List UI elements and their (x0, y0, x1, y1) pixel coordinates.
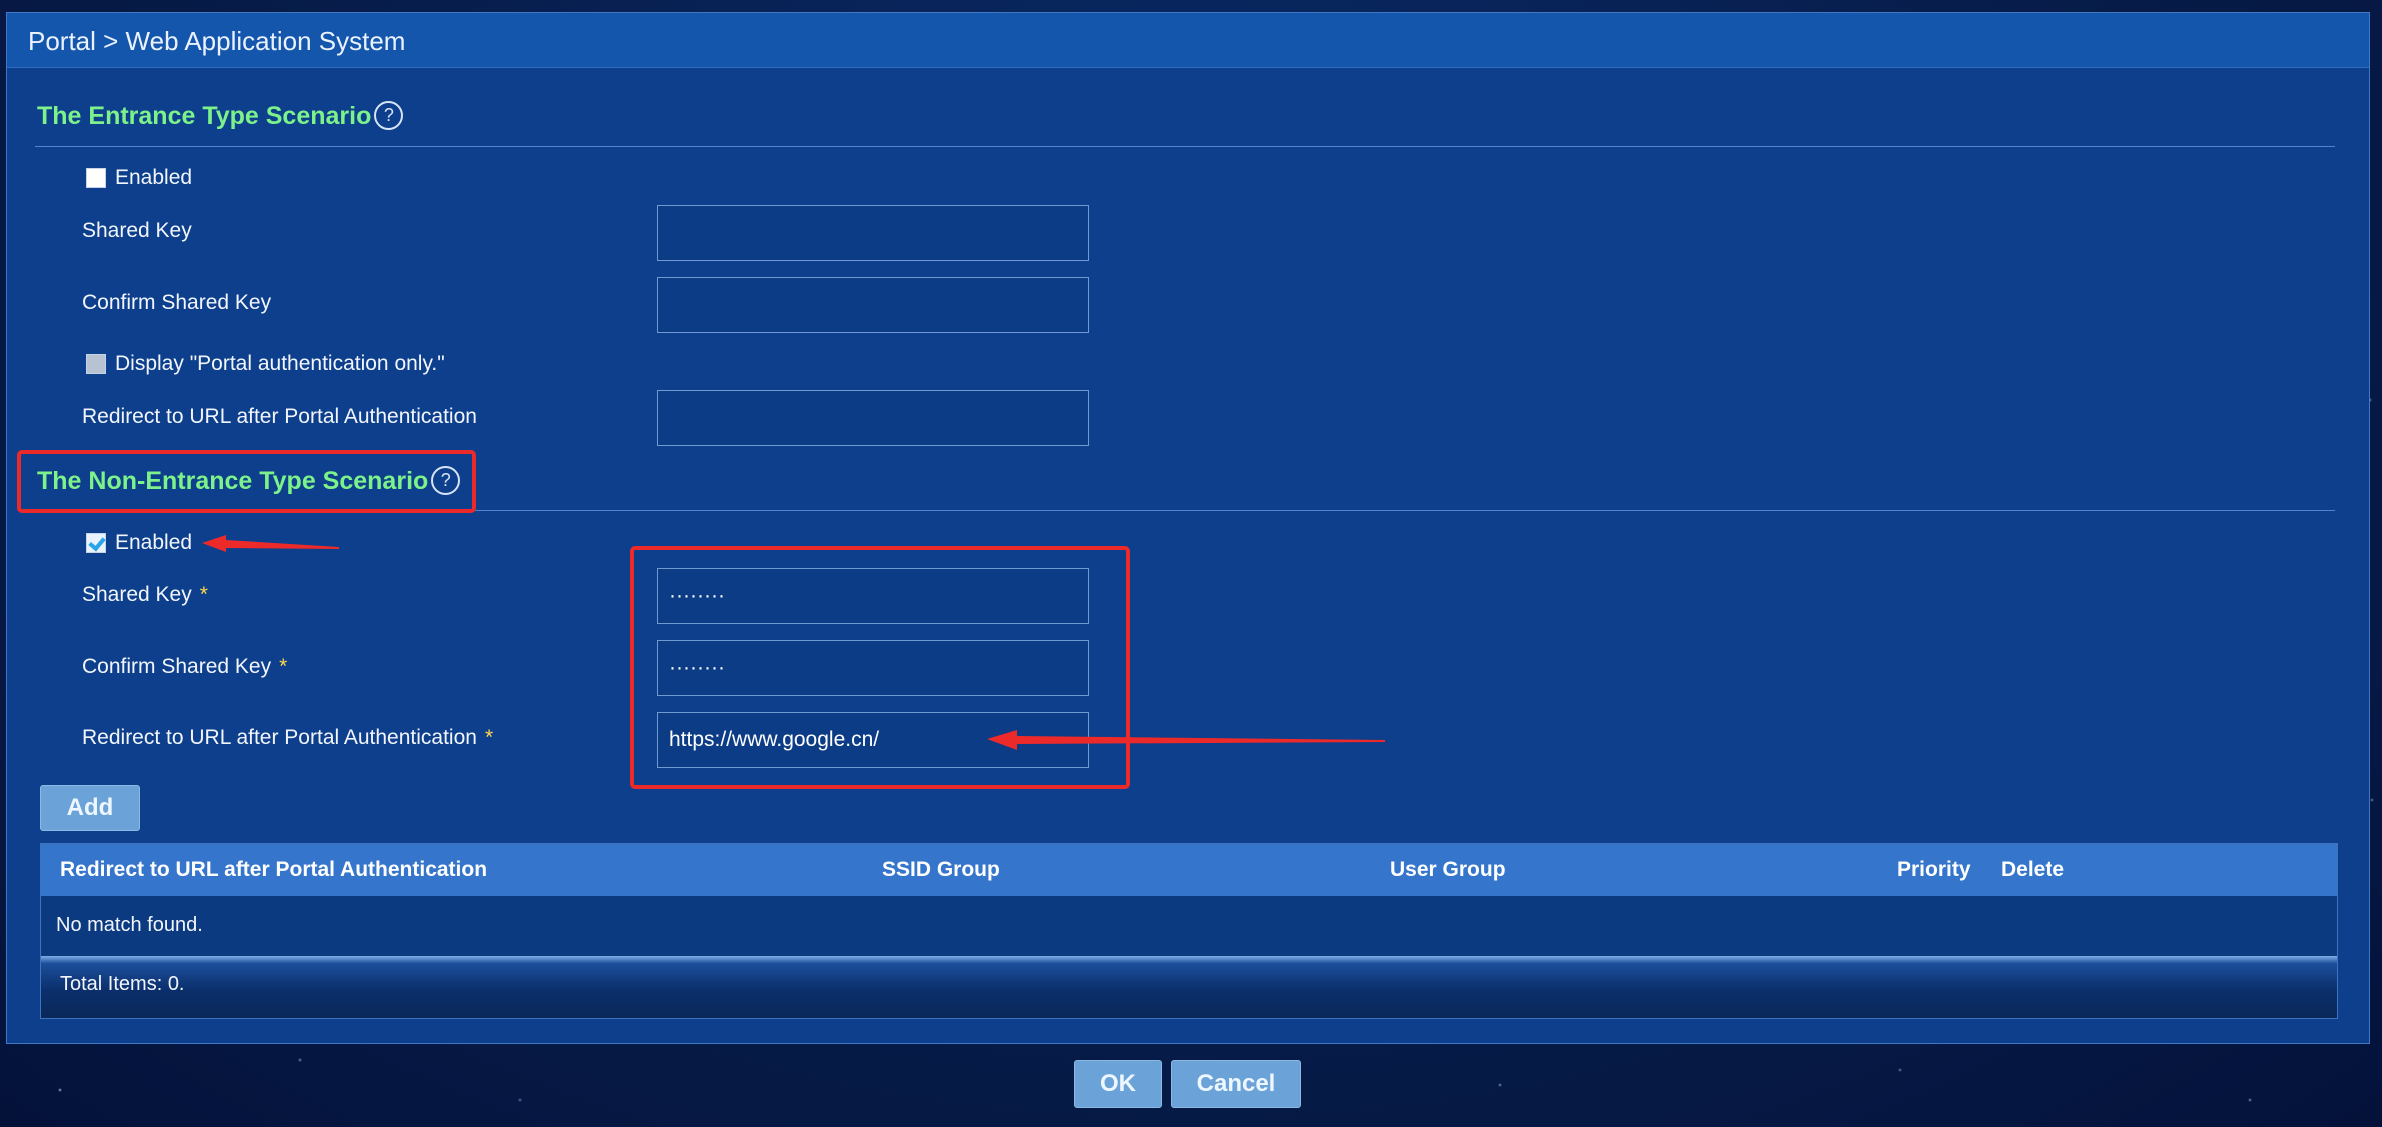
table-header: Redirect to URL after Portal Authenticat… (41, 844, 2337, 896)
required-mark: * (279, 655, 288, 678)
column-header-redirect-url[interactable]: Redirect to URL after Portal Authenticat… (60, 858, 487, 882)
settings-panel: Portal > Web Application System The Entr… (6, 12, 2370, 1044)
entrance-shared-key-input[interactable] (657, 205, 1089, 261)
display-portal-only-checkbox[interactable] (86, 354, 106, 374)
entrance-confirm-key-input[interactable] (657, 277, 1089, 333)
non-entrance-shared-key-input[interactable] (657, 568, 1089, 624)
section-divider (35, 146, 2335, 147)
non-entrance-redirect-label: Redirect to URL after Portal Authenticat… (82, 726, 493, 750)
non-entrance-section-title-text: The Non-Entrance Type Scenario (37, 467, 429, 495)
entrance-redirect-label: Redirect to URL after Portal Authenticat… (82, 405, 477, 428)
non-entrance-confirm-key-input[interactable] (657, 640, 1089, 696)
total-items-count: Total Items: 0. (60, 973, 185, 995)
column-header-ssid-group[interactable]: SSID Group (882, 858, 1000, 882)
entrance-section-title: The Entrance Type Scenario? (37, 100, 404, 132)
column-header-user-group[interactable]: User Group (1390, 858, 1506, 882)
entrance-section-title-text: The Entrance Type Scenario (37, 102, 372, 130)
redirect-table: Redirect to URL after Portal Authenticat… (40, 843, 2338, 1019)
non-entrance-confirm-key-label: Confirm Shared Key * (82, 655, 287, 679)
section-divider (35, 510, 2335, 511)
non-entrance-redirect-input[interactable] (657, 712, 1089, 768)
entrance-enabled-checkbox[interactable] (86, 168, 106, 188)
display-portal-only-label: Display "Portal authentication only." (115, 352, 445, 375)
entrance-redirect-input[interactable] (657, 390, 1089, 446)
ok-button[interactable]: OK (1074, 1060, 1162, 1108)
redirect-label-text: Redirect to URL after Portal Authenticat… (82, 726, 477, 749)
help-icon[interactable]: ? (431, 465, 461, 495)
non-entrance-shared-key-label: Shared Key * (82, 583, 208, 607)
confirm-key-label-text: Confirm Shared Key (82, 655, 272, 678)
column-header-delete[interactable]: Delete (2001, 858, 2064, 882)
entrance-confirm-key-label: Confirm Shared Key (82, 291, 272, 314)
required-mark: * (199, 583, 208, 606)
non-entrance-enabled-checkbox[interactable] (86, 533, 106, 553)
panel-header: Portal > Web Application System (7, 13, 2369, 68)
shared-key-label-text: Shared Key (82, 583, 192, 606)
add-button[interactable]: Add (40, 785, 140, 831)
help-icon[interactable]: ? (374, 100, 404, 130)
non-entrance-enabled-label: Enabled (115, 531, 193, 554)
cancel-button[interactable]: Cancel (1171, 1060, 1301, 1108)
column-header-priority[interactable]: Priority (1897, 858, 1971, 882)
required-mark: * (484, 726, 494, 749)
non-entrance-section-title: The Non-Entrance Type Scenario? (37, 465, 461, 497)
entrance-enabled-label: Enabled (115, 166, 193, 189)
entrance-shared-key-label: Shared Key (82, 219, 192, 242)
table-footer: Total Items: 0. (41, 956, 2337, 1018)
breadcrumb: Portal > Web Application System (28, 26, 406, 56)
empty-table-message: No match found. (56, 914, 203, 936)
